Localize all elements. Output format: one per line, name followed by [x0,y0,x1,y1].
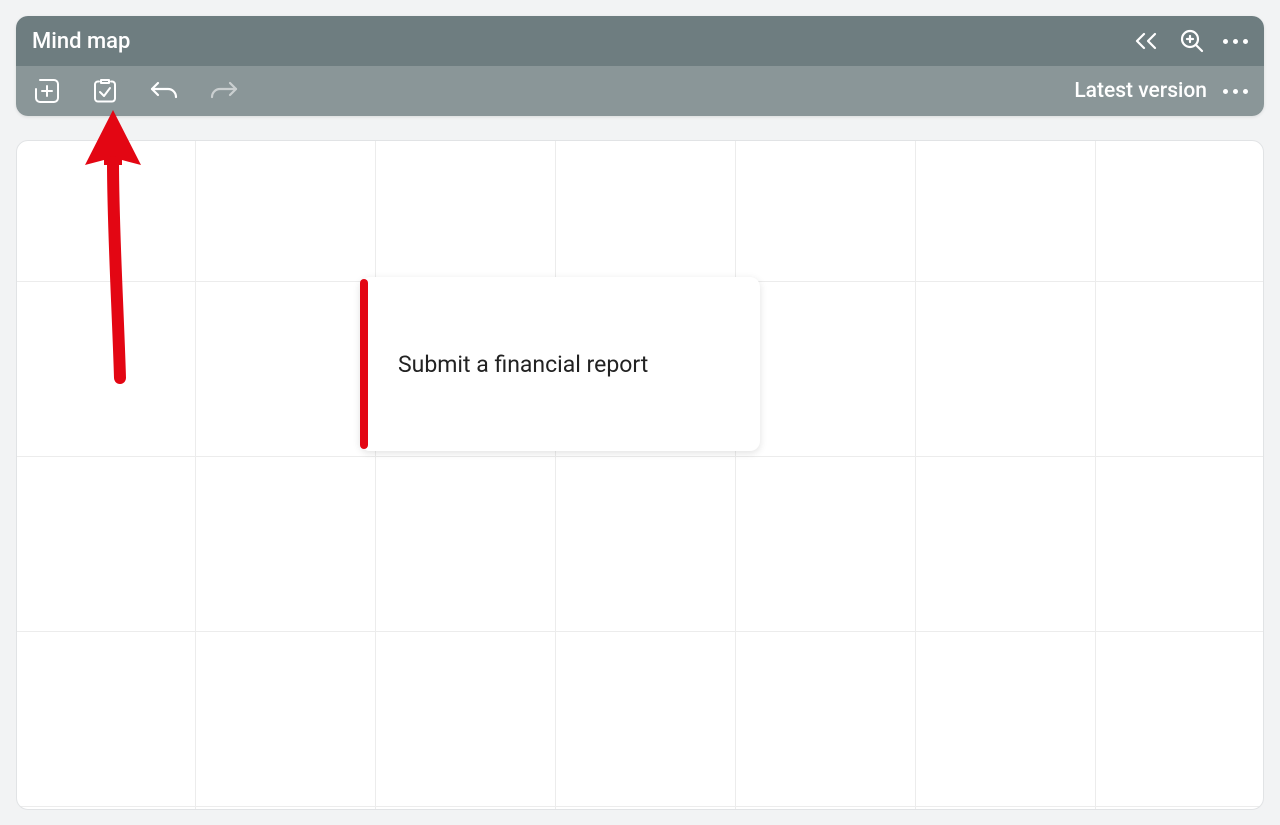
undo-icon[interactable] [148,77,180,105]
mind-map-canvas[interactable]: Submit a financial report [16,140,1264,810]
redo-icon[interactable] [208,77,240,105]
version-more-icon[interactable] [1223,89,1248,94]
panel-header: Mind map [16,16,1264,66]
mind-map-panel: Mind map [16,16,1264,116]
toolbar-left [32,76,240,106]
more-menu-icon[interactable] [1223,39,1248,44]
collapse-icon[interactable] [1133,31,1161,51]
panel-header-actions [1133,28,1248,54]
mind-map-node[interactable]: Submit a financial report [360,277,760,451]
toolbar-right: Latest version [1074,79,1248,103]
toolbar: Latest version [16,66,1264,116]
node-text: Submit a financial report [398,351,648,378]
clipboard-check-icon[interactable] [90,76,120,106]
zoom-in-icon[interactable] [1179,28,1205,54]
add-node-icon[interactable] [32,76,62,106]
panel-title: Mind map [32,29,130,54]
node-accent-stripe [360,279,368,449]
version-label[interactable]: Latest version [1074,79,1207,103]
